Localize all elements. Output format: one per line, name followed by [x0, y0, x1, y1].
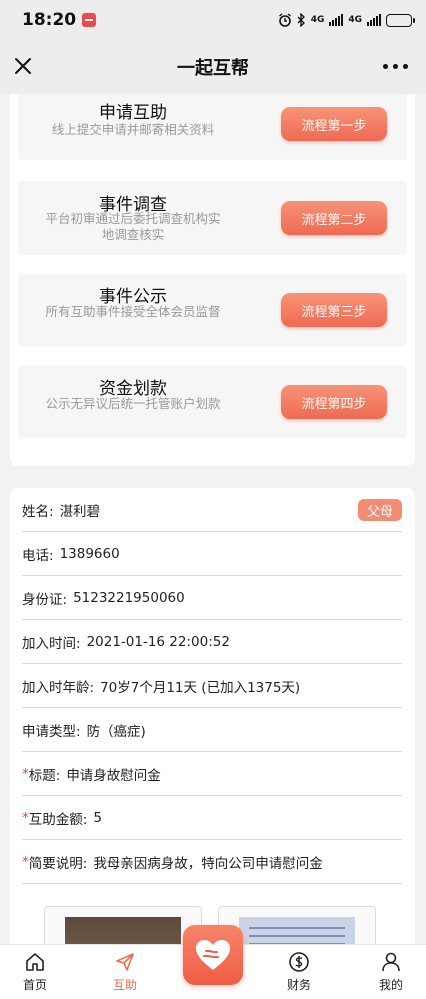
- step-title: 申请互助: [99, 103, 167, 123]
- step-1-button[interactable]: 流程第一步: [281, 107, 387, 141]
- name-value: 湛利碧: [59, 503, 101, 520]
- title-row: * 标题: 申请身故慰问金: [22, 752, 402, 796]
- status-time: 18:20: [22, 10, 77, 30]
- required-mark: *: [22, 809, 29, 826]
- summary-row: * 简要说明: 我母亲因病身故，特向公司申请慰问金: [22, 840, 402, 884]
- tab-finance[interactable]: 财务: [264, 951, 334, 993]
- step-description: 线上提交申请并邮寄相关资料: [51, 122, 215, 137]
- summary-value: 我母亲因病身故，特向公司申请慰问金: [93, 855, 323, 872]
- name-row: 姓名: 湛利碧 父母: [22, 488, 402, 532]
- user-icon: [382, 952, 400, 972]
- send-icon: [116, 953, 134, 971]
- amount-label: 互助金额:: [28, 811, 88, 828]
- join-age-value: 70岁7个月11天 (已加入1375天): [100, 679, 301, 696]
- id-row: 身份证: 5123221950060: [22, 576, 402, 620]
- id-label: 身份证:: [22, 591, 68, 608]
- relation-badge: 父母: [358, 499, 402, 521]
- required-mark: *: [22, 853, 29, 870]
- title-label: 标题:: [28, 767, 61, 784]
- required-mark: *: [22, 765, 29, 782]
- applicant-info-card: 姓名: 湛利碧 父母 电话: 1389660 身份证: 512322195006…: [10, 488, 415, 944]
- step-2-button[interactable]: 流程第二步: [281, 201, 387, 235]
- center-heart-button[interactable]: [183, 925, 243, 985]
- tab-label: 财务: [286, 978, 311, 992]
- amount-value: 5: [93, 809, 102, 826]
- phone-label: 电话:: [22, 547, 54, 564]
- step-description: 所有互助事件接受全体会员监督: [45, 304, 221, 319]
- attachment-photo-1[interactable]: [44, 906, 202, 944]
- summary-label: 简要说明:: [28, 855, 88, 872]
- network-type-2: 4G: [348, 15, 362, 25]
- id-value: 5123221950060: [73, 589, 185, 606]
- title-value: 申请身故慰问金: [66, 767, 161, 784]
- process-flow-card: 申请互助 线上提交申请并邮寄相关资料 流程第一步 事件调查 平台初审通过后委托调…: [10, 94, 415, 466]
- notification-icon: [82, 13, 97, 27]
- alarm-icon: [278, 13, 291, 27]
- amount-row: * 互助金额: 5: [22, 796, 402, 840]
- network-type-1: 4G: [310, 15, 325, 25]
- tab-home[interactable]: 首页: [0, 951, 70, 993]
- join-age-label: 加入时年龄:: [22, 679, 95, 696]
- tab-mutual-aid[interactable]: 互助: [90, 951, 160, 993]
- flow-step-4: 资金划款 公示无异议后统一托管账户划款 流程第四步: [18, 366, 407, 438]
- tab-label: 首页: [22, 978, 47, 992]
- join-time-row: 加入时间: 2021-01-16 22:00:52: [22, 620, 402, 664]
- more-icon[interactable]: [383, 64, 408, 69]
- step-4-button[interactable]: 流程第四步: [281, 385, 387, 419]
- type-label: 申请类型:: [22, 723, 81, 740]
- flow-step-1: 申请互助 线上提交申请并邮寄相关资料 流程第一步: [18, 94, 407, 160]
- name-label: 姓名:: [22, 503, 54, 520]
- tab-label: 互助: [112, 978, 137, 992]
- tab-label: 我的: [378, 978, 403, 992]
- bottom-tab-bar: 首页 互助 财务 我的: [0, 925, 426, 999]
- content-area[interactable]: 申请互助 线上提交申请并邮寄相关资料 流程第一步 事件调查 平台初审通过后委托调…: [0, 94, 426, 944]
- status-bar: 18:20 4G 4G: [0, 0, 426, 40]
- type-row: 申请类型: 防（癌症): [22, 708, 402, 752]
- battery-icon: [386, 13, 415, 27]
- join-time-label: 加入时间:: [22, 635, 81, 652]
- status-icons: 4G 4G: [278, 13, 415, 27]
- phone-value: 1389660: [59, 545, 120, 562]
- close-icon[interactable]: [12, 55, 34, 77]
- flow-step-3: 事件公示 所有互助事件接受全体会员监督 流程第三步: [18, 274, 407, 346]
- step-3-button[interactable]: 流程第三步: [281, 293, 387, 327]
- dollar-circle-icon: [289, 952, 309, 972]
- flow-step-2: 事件调查 平台初审通过后委托调查机构实地调查核实 流程第二步: [18, 181, 407, 255]
- type-value: 防（癌症): [86, 723, 146, 740]
- bluetooth-icon: [297, 13, 305, 27]
- step-description: 平台初审通过后委托调查机构实地调查核实: [45, 211, 221, 242]
- page-title: 一起互帮: [177, 58, 249, 79]
- join-age-row: 加入时年龄: 70岁7个月11天 (已加入1375天): [22, 664, 402, 708]
- signal-icon: [329, 14, 344, 26]
- tab-profile[interactable]: 我的: [356, 951, 426, 993]
- step-description: 公示无异议后统一托管账户划款: [45, 396, 221, 411]
- signal-icon-2: [367, 14, 381, 26]
- phone-row: 电话: 1389660: [22, 532, 402, 576]
- heart-icon: [196, 940, 230, 970]
- home-icon: [26, 953, 44, 971]
- nav-bar: 一起互帮: [0, 40, 426, 94]
- join-time-value: 2021-01-16 22:00:52: [86, 633, 230, 650]
